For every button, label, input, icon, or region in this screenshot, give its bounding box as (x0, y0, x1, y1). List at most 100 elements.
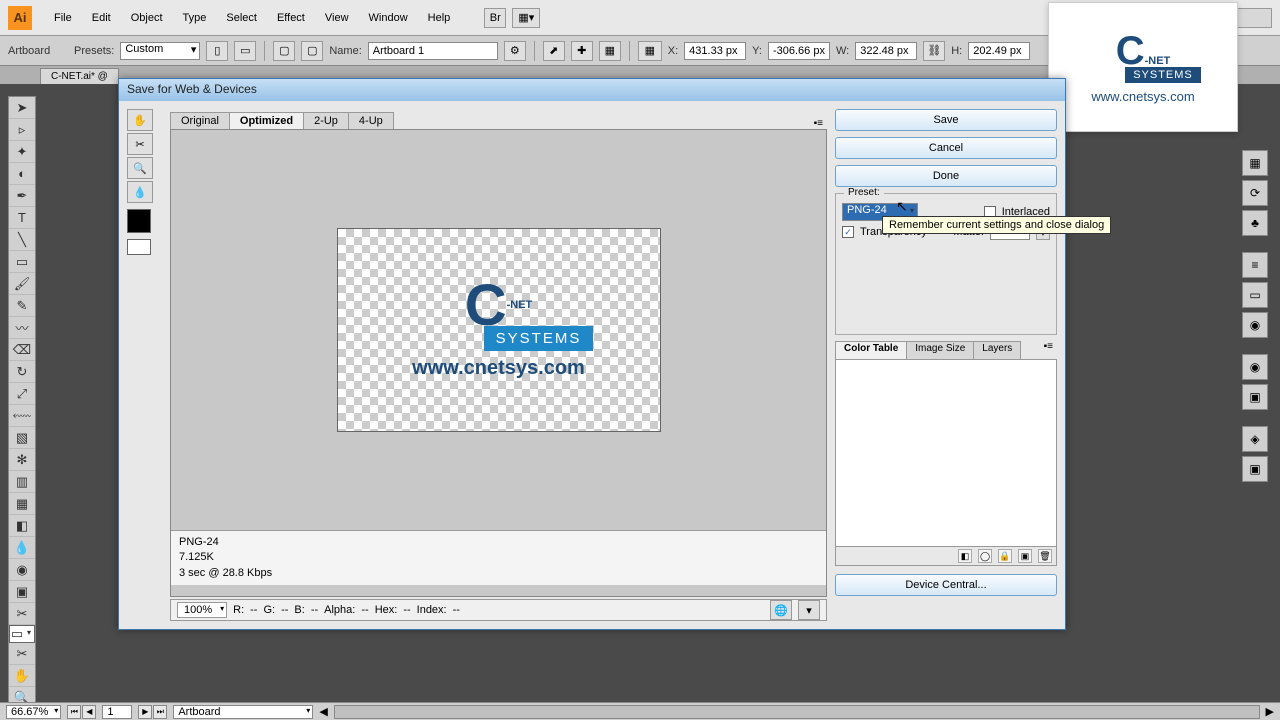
ct-icon[interactable]: 🔒 (998, 549, 1012, 563)
x-input[interactable] (684, 42, 746, 60)
w-input[interactable] (855, 42, 917, 60)
artboard-number-input[interactable] (102, 705, 132, 719)
options-icon[interactable]: ⚙ (504, 41, 526, 61)
lasso-tool-icon[interactable]: ◐ (9, 163, 35, 185)
menu-help[interactable]: Help (418, 8, 461, 28)
nav-prev-icon[interactable]: ◀ (82, 705, 96, 719)
zoom-dropdown[interactable]: 100% (177, 602, 227, 618)
h-input[interactable] (968, 42, 1030, 60)
menu-select[interactable]: Select (216, 8, 267, 28)
panel-icon[interactable]: ▭ (1242, 282, 1268, 308)
slice-tool-icon[interactable]: ✂ (9, 643, 35, 665)
hand-tool-icon[interactable]: ✋ (127, 109, 153, 131)
line-tool-icon[interactable]: ╲ (9, 229, 35, 251)
menu-type[interactable]: Type (173, 8, 217, 28)
ct-icon[interactable]: ▣ (1018, 549, 1032, 563)
browser-preview-menu-icon[interactable]: ▾ (798, 600, 820, 620)
warp-tool-icon[interactable]: ⬳ (9, 405, 35, 427)
magic-wand-tool-icon[interactable]: ✦ (9, 141, 35, 163)
tab-original[interactable]: Original (170, 112, 230, 129)
menu-object[interactable]: Object (121, 8, 173, 28)
menu-effect[interactable]: Effect (267, 8, 315, 28)
scroll-left-icon[interactable]: ◀ (319, 705, 327, 718)
free-transform-tool-icon[interactable]: ▧ (9, 427, 35, 449)
zoom-level[interactable]: 66.67% (6, 705, 61, 719)
ct-icon[interactable]: 🗑 (1038, 549, 1052, 563)
browser-preview-icon[interactable]: 🌐 (770, 600, 792, 620)
arrange-icon[interactable]: ▦▾ (512, 8, 540, 28)
move-artwork-icon[interactable]: ⬈ (543, 41, 565, 61)
scale-tool-icon[interactable]: ⤢ (9, 383, 35, 405)
graph-tool-icon[interactable]: ▥ (9, 471, 35, 493)
live-paint-tool-icon[interactable]: ▣ (9, 581, 35, 603)
pen-tool-icon[interactable]: ✒ (9, 185, 35, 207)
toggle-slices-icon[interactable] (127, 239, 151, 255)
transparency-checkbox[interactable]: ✓ (842, 226, 854, 238)
selection-tool-icon[interactable]: ➤ (9, 97, 35, 119)
presets-dropdown[interactable]: Custom▾ (120, 42, 200, 60)
panel-icon[interactable]: ≡ (1242, 252, 1268, 278)
pencil-tool-icon[interactable]: ✎ (9, 295, 35, 317)
tab-optimized[interactable]: Optimized (229, 112, 304, 129)
menu-view[interactable]: View (315, 8, 359, 28)
panel-icon[interactable]: ▦ (1242, 150, 1268, 176)
symbol-sprayer-tool-icon[interactable]: ✻ (9, 449, 35, 471)
panel-icon[interactable]: ◉ (1242, 354, 1268, 380)
menu-window[interactable]: Window (359, 8, 418, 28)
nav-next-icon[interactable]: ▶ (138, 705, 152, 719)
tab-2up[interactable]: 2-Up (303, 112, 349, 129)
panel-icon[interactable]: ♣ (1242, 210, 1268, 236)
preview-menu-icon[interactable]: ▪≡ (810, 118, 827, 129)
ct-icon[interactable]: ◯ (978, 549, 992, 563)
blob-brush-tool-icon[interactable]: 〰 (9, 317, 35, 339)
nav-first-icon[interactable]: ⏮ (67, 705, 81, 719)
document-tab[interactable]: C-NET.ai* @ (40, 68, 119, 84)
artboard-tool-icon[interactable]: ▭ (9, 625, 35, 643)
zoom-tool-icon[interactable]: 🔍 (127, 157, 153, 179)
paintbrush-tool-icon[interactable]: 🖌 (9, 273, 35, 295)
tab-4up[interactable]: 4-Up (348, 112, 394, 129)
nav-last-icon[interactable]: ⏭ (153, 705, 167, 719)
show-safe-icon[interactable]: ▦ (599, 41, 621, 61)
artboard-delete-icon[interactable]: ▢ (301, 41, 323, 61)
tab-image-size[interactable]: Image Size (906, 341, 974, 359)
reference-point-icon[interactable]: ▦ (638, 41, 662, 61)
eraser-tool-icon[interactable]: ⌫ (9, 339, 35, 361)
crop-tool-icon[interactable]: ✂ (9, 603, 35, 625)
artboard-name-input[interactable] (368, 42, 498, 60)
rectangle-tool-icon[interactable]: ▭ (9, 251, 35, 273)
show-crosshair-icon[interactable]: ✚ (571, 41, 593, 61)
status-info[interactable]: Artboard (173, 705, 313, 719)
bridge-icon[interactable]: Br (484, 8, 506, 28)
blend-tool-icon[interactable]: ◉ (9, 559, 35, 581)
gradient-tool-icon[interactable]: ◧ (9, 515, 35, 537)
cancel-button[interactable]: Cancel (835, 137, 1057, 159)
hand-tool-icon[interactable]: ✋ (9, 665, 35, 687)
tab-layers[interactable]: Layers (973, 341, 1021, 359)
device-central-button[interactable]: Device Central... (835, 574, 1057, 596)
mesh-tool-icon[interactable]: ▦ (9, 493, 35, 515)
color-table-menu-icon[interactable]: ▪≡ (1040, 341, 1057, 359)
slice-select-tool-icon[interactable]: ✂ (127, 133, 153, 155)
done-button[interactable]: Done (835, 165, 1057, 187)
scroll-right-icon[interactable]: ▶ (1266, 705, 1274, 718)
panel-icon[interactable]: ◉ (1242, 312, 1268, 338)
orient-landscape-icon[interactable]: ▭ (234, 41, 256, 61)
link-wh-icon[interactable]: ⛓ (923, 41, 945, 61)
type-tool-icon[interactable]: T (9, 207, 35, 229)
panel-icon[interactable]: ⟳ (1242, 180, 1268, 206)
rotate-tool-icon[interactable]: ↻ (9, 361, 35, 383)
menu-edit[interactable]: Edit (82, 8, 121, 28)
ct-icon[interactable]: ◧ (958, 549, 972, 563)
artboard-new-icon[interactable]: ▢ (273, 41, 295, 61)
h-scrollbar[interactable] (334, 705, 1260, 719)
save-button[interactable]: Save (835, 109, 1057, 131)
orient-portrait-icon[interactable]: ▯ (206, 41, 228, 61)
menu-file[interactable]: File (44, 8, 82, 28)
direct-selection-tool-icon[interactable]: ▹ (9, 119, 35, 141)
y-input[interactable] (768, 42, 830, 60)
tab-color-table[interactable]: Color Table (835, 341, 907, 359)
eyedropper-tool-icon[interactable]: 💧 (9, 537, 35, 559)
panel-icon[interactable]: ▣ (1242, 456, 1268, 482)
panel-icon[interactable]: ▣ (1242, 384, 1268, 410)
